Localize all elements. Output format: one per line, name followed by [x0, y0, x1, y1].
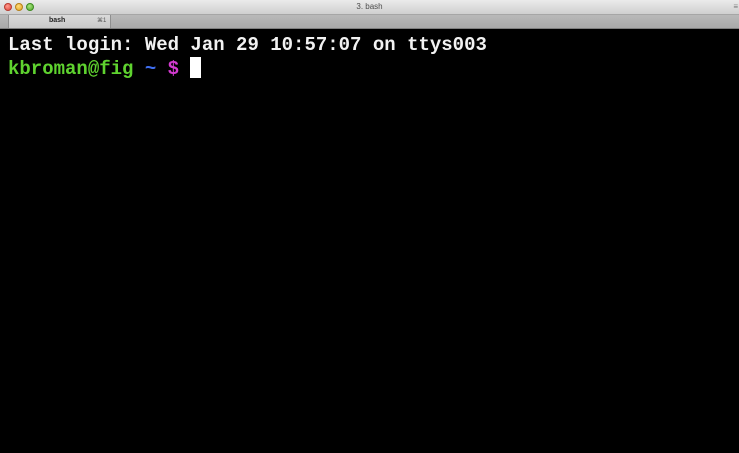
tab-bar: bash ⌘1: [0, 15, 739, 29]
text-cursor: [190, 57, 202, 78]
tab-shortcut: ⌘1: [97, 18, 107, 24]
title-bar[interactable]: 3. bash ≡: [0, 0, 739, 15]
prompt-cwd: ~: [144, 58, 157, 80]
resize-icon[interactable]: ≡: [733, 2, 738, 12]
terminal-window: 3. bash ≡ bash ⌘1 Last login: Wed Jan 29…: [0, 0, 739, 453]
tab-bash[interactable]: bash ⌘1: [8, 15, 111, 28]
last-login-line: Last login: Wed Jan 29 10:57:07 on ttys0…: [8, 34, 487, 56]
prompt-user-host: kbroman@fig: [8, 58, 134, 80]
tab-label: bash: [49, 17, 66, 24]
terminal-output[interactable]: Last login: Wed Jan 29 10:57:07 on ttys0…: [0, 29, 739, 453]
prompt-symbol: $: [167, 58, 180, 80]
prompt-line[interactable]: kbroman@fig ~ $: [8, 57, 739, 81]
window-title: 3. bash: [356, 2, 383, 11]
